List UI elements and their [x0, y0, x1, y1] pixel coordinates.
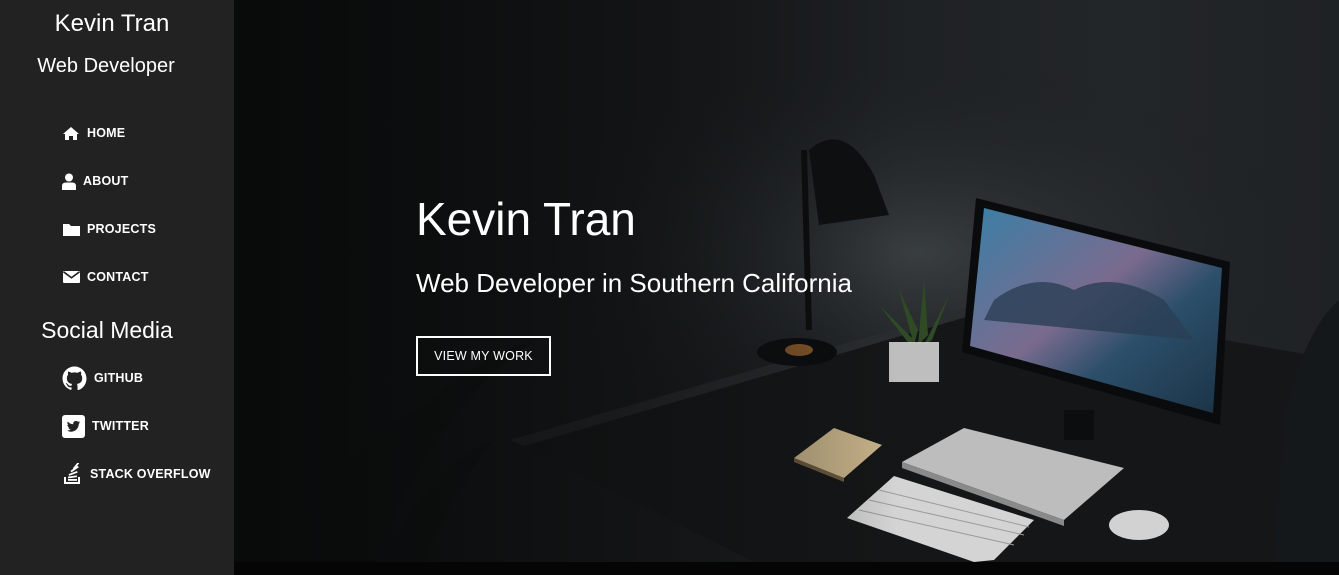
nav-contact-link[interactable]: CONTACT [62, 265, 149, 289]
social-twitter-label: TWITTER [92, 419, 149, 433]
social-media-heading: Social Media [41, 317, 173, 343]
nav-about-link[interactable]: ABOUT [62, 169, 128, 193]
view-my-work-button[interactable]: VIEW MY WORK [416, 336, 551, 376]
nav-about-label: ABOUT [83, 174, 129, 188]
nav-projects-label: PROJECTS [87, 222, 156, 236]
hero-subtitle: Web Developer in Southern California [416, 268, 852, 298]
brand-role: Web Developer [37, 55, 175, 77]
bottom-strip [234, 562, 1339, 575]
stack-overflow-icon [62, 463, 83, 485]
social-twitter-link[interactable]: TWITTER [62, 414, 149, 438]
envelope-icon [62, 268, 80, 286]
user-icon [62, 172, 76, 190]
nav-home-link[interactable]: HOME [62, 121, 125, 145]
hero-title: Kevin Tran [416, 193, 636, 245]
home-icon [62, 124, 80, 142]
social-github-link[interactable]: GITHUB [62, 366, 143, 390]
social-stack-overflow-link[interactable]: STACK OVERFLOW [62, 462, 211, 486]
nav-projects-link[interactable]: PROJECTS [62, 217, 156, 241]
nav-home-label: HOME [87, 126, 126, 140]
nav-contact-label: CONTACT [87, 270, 149, 284]
folder-icon [62, 220, 80, 238]
github-icon [62, 366, 87, 391]
hero-section: Kevin Tran Web Developer in Southern Cal… [234, 0, 1339, 562]
social-stack-overflow-label: STACK OVERFLOW [90, 467, 211, 481]
sidebar: Kevin Tran Web Developer HOME ABOUT PROJ… [0, 0, 234, 575]
twitter-icon [62, 414, 85, 438]
brand-name[interactable]: Kevin Tran [0, 10, 224, 38]
social-github-label: GITHUB [94, 371, 144, 385]
